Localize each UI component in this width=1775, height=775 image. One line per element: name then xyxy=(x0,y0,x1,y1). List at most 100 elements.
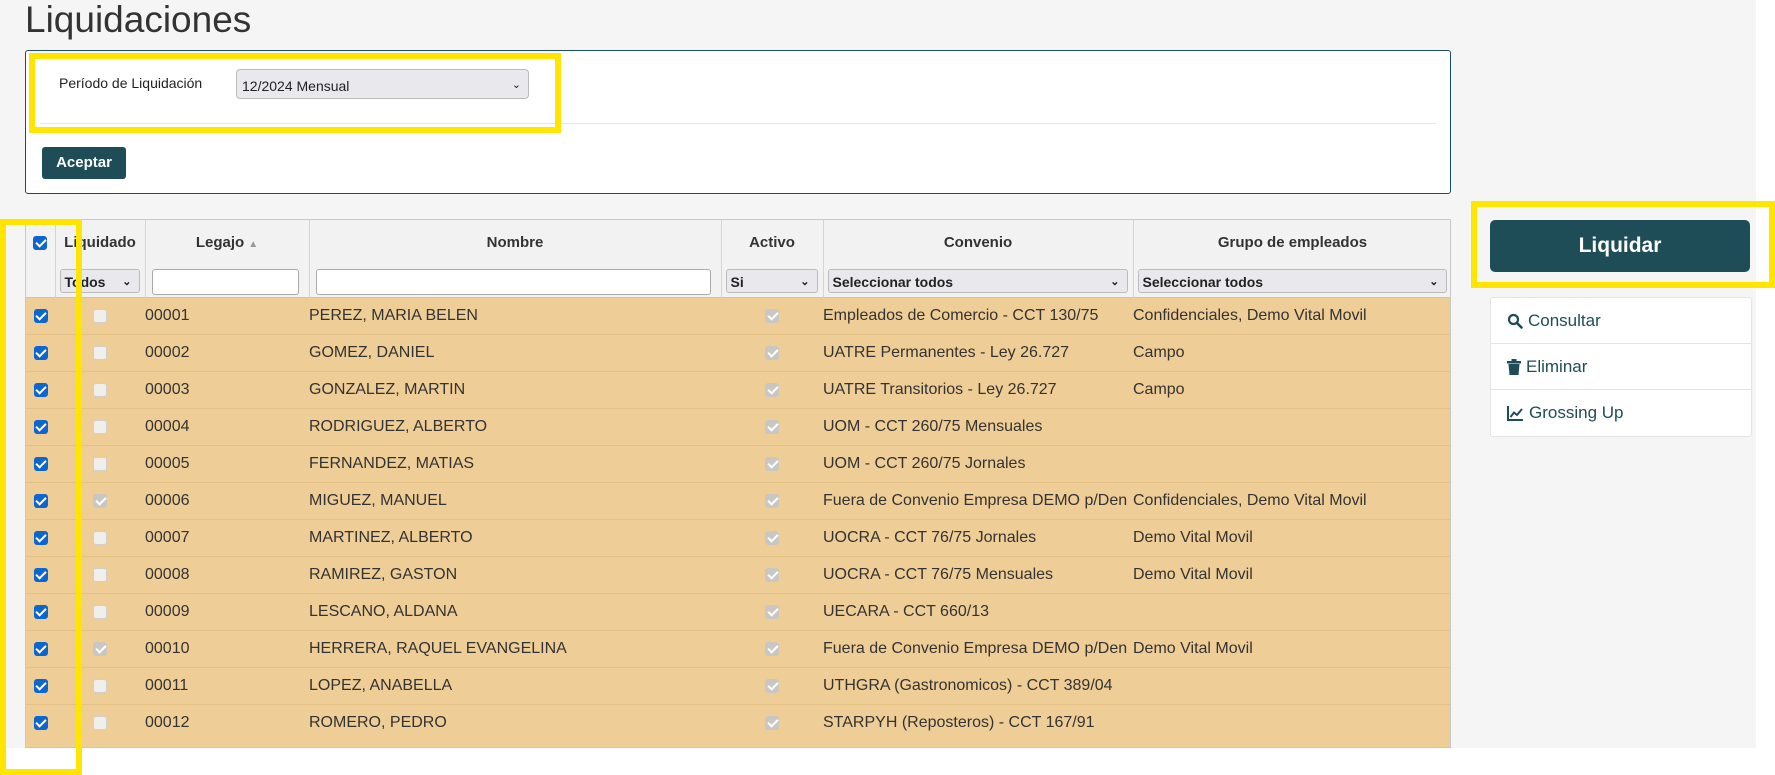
eliminar-action[interactable]: Eliminar xyxy=(1491,344,1751,390)
legajo-cell: 00009 xyxy=(145,593,309,631)
grupo-cell xyxy=(1133,408,1450,446)
liquidado-checkbox xyxy=(93,678,107,693)
filter-nombre-input[interactable] xyxy=(315,269,711,295)
activo-checkbox xyxy=(765,308,779,323)
convenio-cell: UOM - CCT 260/75 Jornales xyxy=(823,445,1133,483)
convenio-cell: UATRE Transitorios - Ley 26.727 xyxy=(823,371,1133,409)
activo-checkbox xyxy=(765,530,779,545)
consultar-label: Consultar xyxy=(1528,310,1601,330)
convenio-cell: UATRE Permanentes - Ley 26.727 xyxy=(823,334,1133,372)
legajo-cell: 00010 xyxy=(145,630,309,668)
nombre-cell: MARTINEZ, ALBERTO xyxy=(309,519,721,557)
nombre-cell: PEREZ, MARIA BELEN xyxy=(309,297,721,335)
table-row[interactable]: 00009 LESCANO, ALDANA UECARA - CCT 660/13 xyxy=(26,593,1450,631)
table-row[interactable]: 00007 MARTINEZ, ALBERTO UOCRA - CCT 76/75 … xyxy=(26,519,1450,557)
filter-activo-select[interactable]: Si ⌄ xyxy=(725,269,818,293)
filter-legajo-input[interactable] xyxy=(151,269,299,295)
convenio-cell: UOCRA - CCT 76/75 Mensuales xyxy=(823,556,1133,594)
activo-cell xyxy=(721,334,823,372)
chart-line-icon xyxy=(1507,406,1523,421)
employees-table: Liquidado Legajo ▲︎ Nombre Activo Conveni… xyxy=(25,219,1451,748)
filter-convenio-value: Seleccionar todos xyxy=(832,274,954,290)
table-row[interactable]: 00012 ROMERO, PEDRO STARPYH (Reposteros) -… xyxy=(26,704,1450,741)
table-row[interactable]: 00001 PEREZ, MARIA BELEN Empleados de Come… xyxy=(26,297,1450,335)
table-row[interactable]: 00011 LOPEZ, ANABELLA UTHGRA (Gastronomico… xyxy=(26,667,1450,705)
grupo-cell: Campo xyxy=(1133,334,1450,372)
nombre-cell: LESCANO, ALDANA xyxy=(309,593,721,631)
header-activo[interactable]: Activo xyxy=(721,220,824,264)
legajo-cell: 00008 xyxy=(145,556,309,594)
activo-cell xyxy=(721,593,823,631)
activo-checkbox xyxy=(765,715,779,730)
convenio-cell: UTHGRA (Gastronomicos) - CCT 389/04 xyxy=(823,667,1133,705)
header-legajo[interactable]: Legajo ▲︎ xyxy=(145,220,310,264)
table-row[interactable]: 00006 MIGUEZ, MANUEL Fuera de Convenio Emp… xyxy=(26,482,1450,520)
activo-cell xyxy=(721,519,823,557)
legajo-cell: 00011 xyxy=(145,667,309,705)
table-row[interactable]: 00002 GOMEZ, DANIEL UATRE Permanentes - Le… xyxy=(26,334,1450,372)
activo-cell xyxy=(721,371,823,409)
chevron-down-icon: ⌄ xyxy=(1429,276,1439,288)
grupo-cell: Confidenciales, Demo Vital Movil xyxy=(1133,482,1450,520)
header-convenio[interactable]: Convenio xyxy=(823,220,1134,264)
liquidado-checkbox xyxy=(93,308,107,323)
liquidado-checkbox xyxy=(93,567,107,582)
activo-cell xyxy=(721,556,823,594)
chevron-down-icon: ⌄ xyxy=(1110,276,1120,288)
filter-convenio-select[interactable]: Seleccionar todos ⌄ xyxy=(827,269,1128,293)
nombre-cell: HERRERA, RAQUEL EVANGELINA xyxy=(309,630,721,668)
header-nombre[interactable]: Nombre xyxy=(309,220,722,264)
sort-icon[interactable]: ▲︎ xyxy=(248,239,258,250)
legajo-cell: 00005 xyxy=(145,445,309,483)
grupo-cell: Demo Vital Movil xyxy=(1133,519,1450,557)
filter-cell-grupo: Seleccionar todos ⌄ xyxy=(1133,264,1450,298)
activo-cell xyxy=(721,704,823,741)
liquidado-checkbox xyxy=(93,419,107,434)
nombre-cell: GONZALEZ, MARTIN xyxy=(309,371,721,409)
accept-button[interactable]: Aceptar xyxy=(42,147,126,179)
liquidado-checkbox xyxy=(93,715,107,730)
header-grupo[interactable]: Grupo de empleados xyxy=(1133,220,1450,264)
liquidado-checkbox xyxy=(93,641,107,656)
table-row[interactable]: 00005 FERNANDEZ, MATIAS UOM - CCT 260/75 J… xyxy=(26,445,1450,483)
activo-cell xyxy=(721,445,823,483)
activo-checkbox xyxy=(765,382,779,397)
nombre-cell: GOMEZ, DANIEL xyxy=(309,334,721,372)
activo-cell xyxy=(721,667,823,705)
nombre-cell: FERNANDEZ, MATIAS xyxy=(309,445,721,483)
grupo-cell: Demo Vital Movil xyxy=(1133,630,1450,668)
activo-checkbox xyxy=(765,345,779,360)
convenio-cell: UOM - CCT 260/75 Mensuales xyxy=(823,408,1133,446)
highlight-liquidar xyxy=(1471,201,1775,288)
table-row[interactable]: 00003 GONZALEZ, MARTIN UATRE Transitorios … xyxy=(26,371,1450,409)
activo-cell xyxy=(721,297,823,335)
filter-grupo-value: Seleccionar todos xyxy=(1142,274,1264,290)
activo-checkbox xyxy=(765,678,779,693)
nombre-cell: ROMERO, PEDRO xyxy=(309,704,721,741)
legajo-cell: 00002 xyxy=(145,334,309,372)
filter-cell-activo: Si ⌄ xyxy=(721,264,824,298)
chevron-down-icon: ⌄ xyxy=(122,276,132,288)
activo-cell xyxy=(721,630,823,668)
filter-activo-value: Si xyxy=(730,274,744,290)
liquidado-checkbox xyxy=(93,530,107,545)
table-row[interactable]: 00008 RAMIREZ, GASTON UOCRA - CCT 76/75 Me… xyxy=(26,556,1450,594)
activo-checkbox xyxy=(765,604,779,619)
grupo-cell xyxy=(1133,667,1450,705)
filter-cell-convenio: Seleccionar todos ⌄ xyxy=(823,264,1134,298)
convenio-cell: Fuera de Convenio Empresa DEMO p/Den xyxy=(823,482,1133,520)
consultar-action[interactable]: Consultar xyxy=(1491,298,1751,344)
action-list: Consultar Eliminar Grossing Up xyxy=(1490,297,1752,437)
filter-grupo-select[interactable]: Seleccionar todos ⌄ xyxy=(1137,269,1447,293)
liquidado-checkbox xyxy=(93,493,107,508)
grupo-cell xyxy=(1133,445,1450,483)
table-row[interactable]: 00010 HERRERA, RAQUEL EVANGELINA Fuera de … xyxy=(26,630,1450,668)
search-icon xyxy=(1507,313,1523,329)
legajo-cell: 00003 xyxy=(145,371,309,409)
filter-cell-nombre xyxy=(309,264,722,298)
convenio-cell: UOCRA - CCT 76/75 Jornales xyxy=(823,519,1133,557)
activo-checkbox xyxy=(765,641,779,656)
liquidado-checkbox xyxy=(93,345,107,360)
grossing-up-action[interactable]: Grossing Up xyxy=(1491,390,1751,436)
table-row[interactable]: 00004 RODRIGUEZ, ALBERTO UOM - CCT 260/75 … xyxy=(26,408,1450,446)
